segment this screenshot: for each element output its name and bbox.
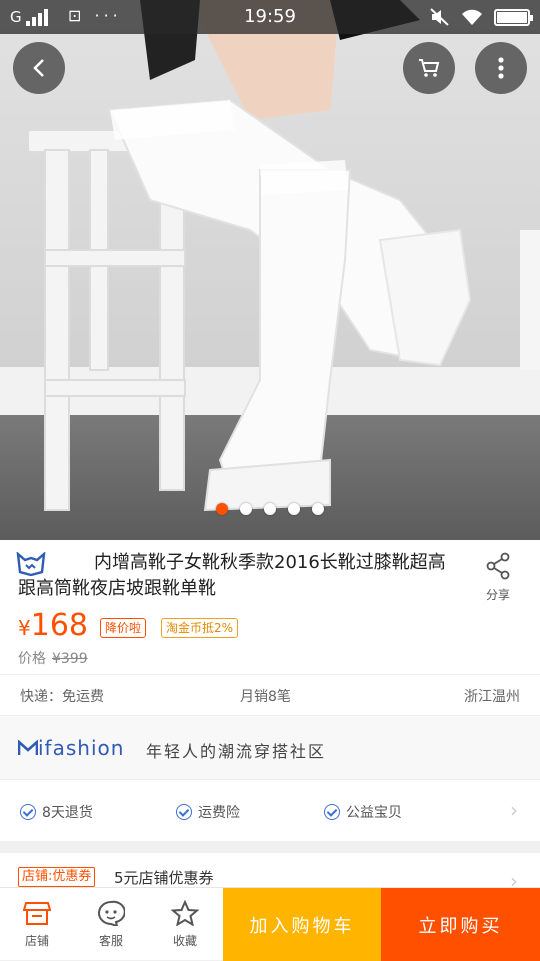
favorite-label: 收藏 <box>172 934 197 948</box>
ifashion-logo: ifashion <box>17 736 125 760</box>
guarantee-label: 8天退货 <box>42 805 93 821</box>
ifashion-banner[interactable]: ifashion 年轻人的潮流穿搭社区 <box>0 715 540 779</box>
carousel-dot[interactable] <box>264 503 276 515</box>
divider <box>0 674 540 675</box>
ifashion-m-icon <box>17 739 39 755</box>
carousel-dot[interactable] <box>288 503 300 515</box>
share-button[interactable]: 分享 <box>470 552 526 603</box>
shipping-info: 快递：免运费 <box>20 689 104 705</box>
coupon-text: 5元店铺优惠券 <box>114 869 214 887</box>
check-circle-icon <box>324 804 340 820</box>
star-icon <box>171 900 199 926</box>
guarantee-item: 运费险 <box>176 802 240 822</box>
bottom-action-bar: 店铺 客服 收藏 加入购物车 立即购买 <box>0 887 540 961</box>
product-image-carousel[interactable] <box>0 0 540 540</box>
cart-icon <box>419 59 440 77</box>
chevron-left-icon <box>33 59 44 77</box>
original-price: 价格 ¥399 <box>18 648 88 668</box>
monthly-sales: 月销8笔 <box>240 689 291 705</box>
guarantees-row[interactable]: 8天退货 运费险 公益宝贝 › <box>0 779 540 841</box>
coin-tag: 淘金币抵2% <box>161 618 239 638</box>
carousel-dots[interactable] <box>0 503 540 515</box>
original-price-value: ¥399 <box>52 651 88 667</box>
currency-symbol: ¥ <box>18 616 31 640</box>
carousel-dot[interactable] <box>216 503 228 515</box>
location: 浙江温州 <box>464 689 520 705</box>
check-circle-icon <box>176 804 192 820</box>
discount-tag: 降价啦 <box>100 618 147 638</box>
back-button[interactable] <box>13 42 65 94</box>
product-info-card: 内增高靴子女靴秋季款2016长靴过膝靴超高跟高筒靴夜店坡跟靴单靴 分享 ¥168… <box>0 540 540 715</box>
carousel-dot[interactable] <box>312 503 324 515</box>
coupon-row[interactable]: 店铺:优惠券 5元店铺优惠券 › <box>0 852 540 893</box>
favorite-button[interactable]: 收藏 <box>148 888 222 960</box>
price-value: 168 <box>30 608 88 643</box>
share-label: 分享 <box>485 588 510 602</box>
original-price-label: 价格 <box>18 651 46 667</box>
status-bar: G ⊡ ··· 19:59 <box>0 0 540 34</box>
cart-button[interactable] <box>403 42 455 94</box>
price: ¥168 <box>18 608 88 643</box>
more-vertical-icon <box>498 57 504 79</box>
add-to-cart-button[interactable]: 加入购物车 <box>223 888 381 961</box>
guarantee-item: 8天退货 <box>20 802 93 822</box>
shop-button[interactable]: 店铺 <box>0 888 74 960</box>
chat-bubble-icon <box>98 900 125 926</box>
battery-icon <box>494 8 533 26</box>
buy-now-button[interactable]: 立即购买 <box>381 888 540 961</box>
status-right-icons <box>430 7 533 27</box>
guarantee-label: 运费险 <box>198 805 240 821</box>
coupon-tag: 店铺:优惠券 <box>18 867 96 887</box>
guarantee-label: 公益宝贝 <box>346 805 402 821</box>
share-icon <box>486 552 510 580</box>
wifi-icon <box>462 9 482 25</box>
product-photo-illustration <box>27 0 540 512</box>
shop-icon <box>23 902 51 925</box>
product-title: 内增高靴子女靴秋季款2016长靴过膝靴超高跟高筒靴夜店坡跟靴单靴 <box>18 552 446 599</box>
mute-icon <box>430 8 449 26</box>
more-button[interactable] <box>475 42 527 94</box>
ifashion-slogan: 年轻人的潮流穿搭社区 <box>146 742 327 761</box>
check-circle-icon <box>20 804 36 820</box>
service-label: 客服 <box>98 934 123 948</box>
customer-service-button[interactable]: 客服 <box>74 888 148 960</box>
shop-label: 店铺 <box>24 934 49 948</box>
guarantee-item: 公益宝贝 <box>324 802 402 822</box>
ifashion-brand-text: ifashion <box>38 736 125 760</box>
chevron-right-icon: › <box>510 798 518 822</box>
carousel-dot[interactable] <box>240 503 252 515</box>
